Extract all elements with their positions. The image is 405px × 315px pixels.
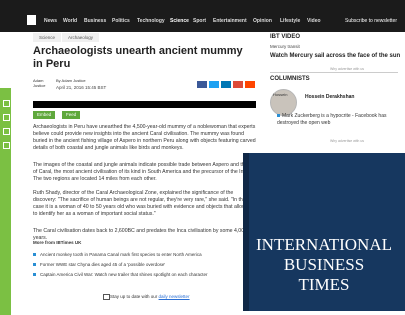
paragraph-2: The images of the coastal and jungle ani… [33, 162, 257, 182]
divider [270, 72, 398, 73]
more-item[interactable]: Former WWE star Chyna dies aged 45 of a … [33, 262, 165, 267]
bullet-icon [277, 114, 280, 117]
nav-item-business[interactable]: Business [84, 18, 106, 24]
more-item[interactable]: Captain America Civil War: Watch new tra… [33, 272, 208, 277]
side-share-tab[interactable] [0, 88, 11, 315]
facebook-icon[interactable] [197, 81, 207, 88]
nav-item-technology[interactable]: Technology [137, 18, 165, 24]
newsletter-cta: Stay up to date with our daily newslette… [110, 294, 190, 299]
nav-item-opinion[interactable]: Opinion [253, 18, 272, 24]
more-heading: More from IBTimes UK [33, 240, 82, 245]
nav-item-sport[interactable]: Sport [193, 18, 206, 24]
feed-button[interactable]: Feed [62, 111, 81, 119]
bullet-icon [33, 253, 36, 257]
more-item[interactable]: Ancient monkey tooth in Panama Canal mar… [33, 252, 202, 257]
logo-line-times: TIMES [298, 275, 350, 294]
twitter-icon[interactable] [209, 81, 219, 88]
ibt-video-heading: IBT VIDEO [270, 34, 301, 40]
top-nav: News World Business Politics Technology … [0, 0, 405, 32]
bullet-icon [33, 263, 36, 267]
nav-item-video[interactable]: Video [307, 18, 321, 24]
paragraph-1: Archaeologists in Peru have unearthed th… [33, 124, 256, 151]
nav-item-politics[interactable]: Politics [112, 18, 130, 24]
breadcrumb-archaeology[interactable]: Archaeology [62, 33, 100, 42]
video-subtitle[interactable]: Mercury transit [270, 44, 300, 49]
share-icon[interactable] [3, 114, 10, 121]
share-icon[interactable] [3, 128, 10, 135]
video-title[interactable]: Watch Mercury sail across the face of th… [270, 53, 400, 59]
reddit-icon[interactable] [245, 81, 255, 88]
bullet-icon [33, 273, 36, 277]
logo-line-international: INTERNATIONAL [256, 235, 392, 254]
paragraph-3: Ruth Shady, director of the Caral Archae… [33, 190, 253, 217]
breadcrumb-science[interactable]: Science [33, 33, 62, 42]
ad-label[interactable]: Why advertise with us [330, 67, 364, 71]
article-title: Archaeologists unearth ancient mummy in … [33, 45, 243, 70]
author-name[interactable]: Adam Justice [33, 78, 49, 88]
ibt-logo-icon[interactable] [27, 15, 36, 25]
newsletter-link[interactable]: daily newsletter [159, 294, 190, 299]
publish-date: April 21, 2016 15:45 BST [56, 85, 107, 90]
ad-label[interactable]: Why advertise with us [330, 139, 364, 143]
googleplus-icon[interactable] [233, 81, 243, 88]
columnist-story[interactable]: Mark Zuckerberg is a hypocrite - Faceboo… [277, 113, 402, 127]
embed-button[interactable]: Embed [33, 111, 56, 119]
columnist-name[interactable]: Hossein Derakhshan [305, 94, 354, 100]
nav-item-science[interactable]: Science [170, 18, 189, 24]
envelope-icon [103, 294, 110, 300]
subscribe-link[interactable]: Subscribe to newsletter [345, 18, 397, 24]
avatar-label: Hossein [273, 92, 288, 97]
nav-item-entertainment[interactable]: Entertainment [213, 18, 247, 24]
share-icon[interactable] [3, 142, 10, 149]
byline[interactable]: By Adam Justice [56, 78, 86, 83]
article-image-strip [33, 101, 256, 108]
columnists-heading: COLUMNISTS [270, 76, 310, 82]
share-icon[interactable] [3, 100, 10, 107]
nav-item-news[interactable]: News [44, 18, 57, 24]
ibt-logo-card: INTERNATIONAL BUSINESS TIMES [243, 153, 405, 311]
logo-line-business: BUSINESS [283, 255, 365, 274]
nav-item-lifestyle[interactable]: Lifestyle [280, 18, 300, 24]
nav-item-world[interactable]: World [63, 18, 77, 24]
linkedin-icon[interactable] [221, 81, 231, 88]
